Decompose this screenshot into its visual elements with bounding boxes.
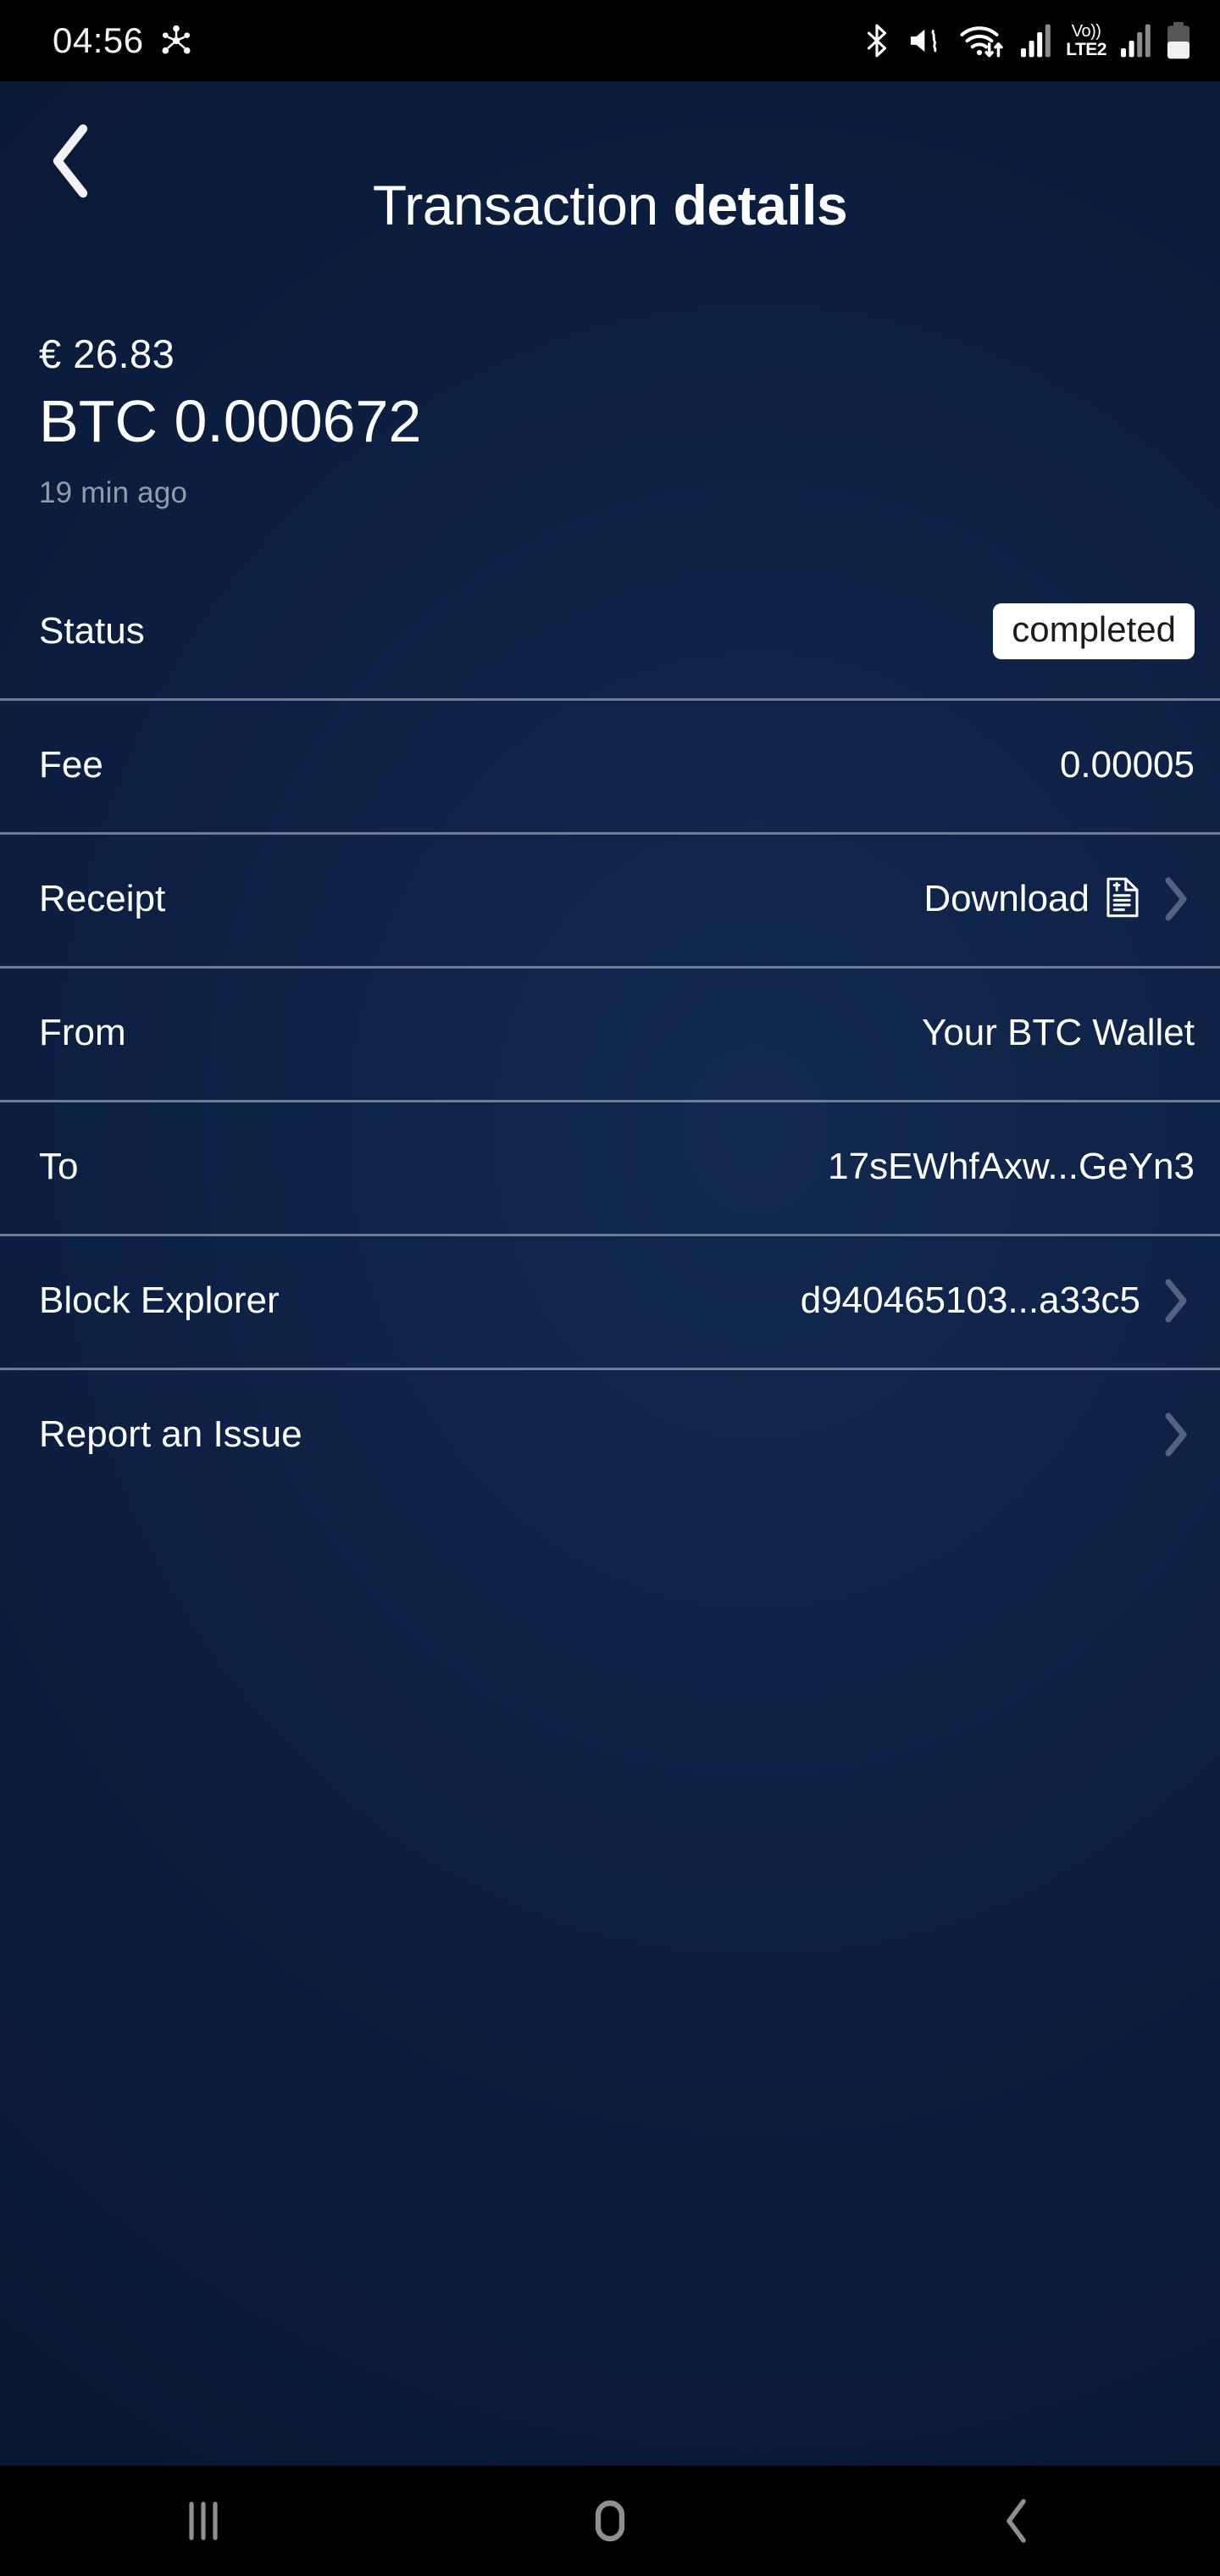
detail-row-to-value-group: 17sEWhfAxw...GeYn3	[828, 1146, 1195, 1188]
back-button[interactable]	[25, 115, 117, 207]
page-title-light: Transaction	[372, 174, 658, 236]
detail-row-from-label: From	[39, 1012, 126, 1054]
fiat-amount: € 26.83	[39, 331, 175, 376]
page-title: Transaction details	[0, 81, 1220, 237]
back-chevron-icon	[53, 124, 88, 198]
report-issue-chevron-icon[interactable]	[1157, 1411, 1195, 1458]
detail-row-to-label: To	[39, 1146, 79, 1188]
status-bar: 04:56 Vo)) LTE2	[0, 0, 1220, 81]
network-hub-icon	[159, 24, 193, 58]
battery-icon	[1166, 22, 1191, 59]
detail-row-report-issue[interactable]: Report an Issue	[0, 1368, 1220, 1502]
receipt-document-icon	[1105, 876, 1140, 923]
detail-row-block-explorer-value-group[interactable]: d940465103...a33c5	[801, 1277, 1195, 1324]
detail-row-receipt[interactable]: Receipt Download	[0, 832, 1220, 966]
detail-row-receipt-label: Receipt	[39, 878, 166, 920]
report-issue-label: Report an Issue	[39, 1413, 302, 1456]
detail-row-fee-label: Fee	[39, 744, 103, 786]
transaction-details-screen: Transaction details € 26.83 BTC 0.000672…	[0, 81, 1220, 2466]
wifi-data-transfer-icon	[959, 23, 1006, 58]
detail-row-block-explorer-label: Block Explorer	[39, 1280, 280, 1322]
recents-icon	[189, 2501, 218, 2540]
status-bar-left: 04:56	[53, 20, 193, 61]
status-badge: completed	[993, 603, 1195, 660]
home-icon	[595, 2500, 625, 2542]
volte-top-label: Vo))	[1071, 22, 1101, 41]
page-title-bold: details	[673, 174, 848, 236]
nav-home-button[interactable]	[534, 2466, 686, 2576]
status-bar-right: Vo)) LTE2	[861, 22, 1191, 59]
volte-indicator: Vo)) LTE2	[1066, 23, 1106, 58]
signal-bars-sim2-icon	[1120, 24, 1152, 58]
detail-row-status-value-group: completed	[993, 603, 1195, 660]
detail-row-block-explorer[interactable]: Block Explorer d940465103...a33c5	[0, 1234, 1220, 1368]
nav-back-button[interactable]	[940, 2466, 1093, 2576]
bluetooth-icon	[861, 23, 893, 58]
block-explorer-chevron-icon[interactable]	[1157, 1277, 1195, 1324]
nav-back-chevron-icon	[1006, 2499, 1026, 2543]
receipt-chevron-icon[interactable]	[1157, 875, 1195, 923]
signal-bars-sim1-icon	[1020, 24, 1052, 58]
detail-rows-list: Status completed Fee 0.00005 Receipt Dow…	[0, 564, 1220, 1502]
detail-row-report-issue-value-group[interactable]	[1152, 1411, 1195, 1458]
detail-row-fee: Fee 0.00005	[0, 698, 1220, 832]
volte-bottom-label: LTE2	[1066, 40, 1106, 59]
transaction-summary: € 26.83 BTC 0.000672 19 min ago	[0, 237, 1220, 510]
detail-row-from: From Your BTC Wallet	[0, 966, 1220, 1100]
detail-row-from-value-group: Your BTC Wallet	[922, 1012, 1195, 1054]
crypto-amount: BTC 0.000672	[39, 387, 422, 454]
transaction-hash-link[interactable]: d940465103...a33c5	[801, 1280, 1140, 1322]
detail-row-status-label: Status	[39, 610, 145, 652]
detail-row-to: To 17sEWhfAxw...GeYn3	[0, 1100, 1220, 1234]
phone-screen: 04:56 Vo)) LTE2 Transaction details € 26…	[0, 0, 1220, 2576]
detail-row-fee-value: 0.00005	[1059, 744, 1195, 786]
transaction-timestamp: 19 min ago	[39, 476, 188, 510]
detail-row-fee-value-group: 0.00005	[1060, 744, 1195, 786]
vibrate-mute-icon	[907, 24, 946, 58]
detail-row-to-value: 17sEWhfAxw...GeYn3	[828, 1146, 1195, 1188]
detail-row-from-value: Your BTC Wallet	[922, 1012, 1195, 1054]
detail-row-receipt-value-group[interactable]: Download	[923, 875, 1195, 923]
status-clock: 04:56	[53, 20, 144, 60]
nav-recents-button[interactable]	[127, 2466, 280, 2576]
android-navigation-bar	[0, 2466, 1220, 2576]
download-receipt-link[interactable]: Download	[923, 878, 1090, 920]
detail-row-status: Status completed	[0, 564, 1220, 698]
